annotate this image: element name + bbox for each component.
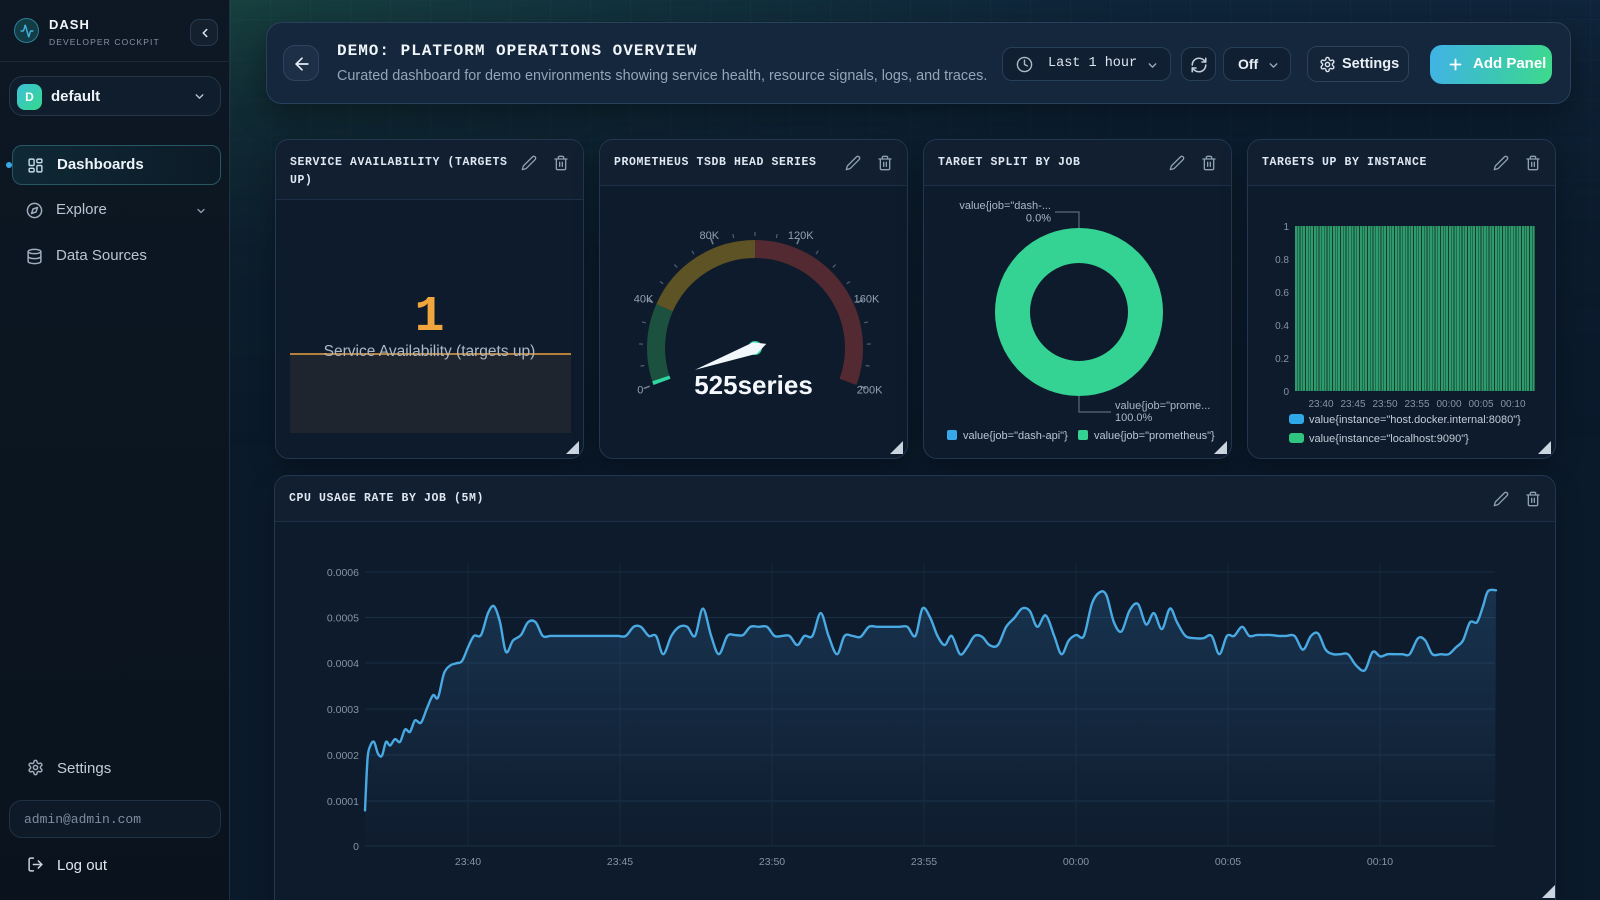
svg-text:80K: 80K <box>700 230 720 242</box>
svg-text:value{instance="host.docker.in: value{instance="host.docker.internal:808… <box>1309 414 1521 426</box>
svg-text:0.2: 0.2 <box>1275 354 1289 365</box>
svg-text:00:05: 00:05 <box>1215 856 1241 868</box>
svg-text:0.0001: 0.0001 <box>327 796 359 808</box>
svg-text:0: 0 <box>353 841 359 853</box>
svg-text:1: 1 <box>1283 222 1289 233</box>
svg-text:23:40: 23:40 <box>1308 399 1333 410</box>
svg-text:0.0003: 0.0003 <box>327 704 359 716</box>
svg-text:40K: 40K <box>634 293 654 305</box>
svg-text:0.0006: 0.0006 <box>327 567 359 579</box>
svg-text:23:45: 23:45 <box>607 856 633 868</box>
svg-text:value{job="dash-...: value{job="dash-... <box>959 200 1051 212</box>
svg-text:0.8: 0.8 <box>1275 255 1289 266</box>
svg-text:00:10: 00:10 <box>1500 399 1525 410</box>
svg-text:value{instance="localhost:9090: value{instance="localhost:9090"} <box>1309 433 1469 445</box>
svg-text:23:40: 23:40 <box>455 856 481 868</box>
svg-text:value{job="prome...: value{job="prome... <box>1115 400 1210 412</box>
svg-text:0.0005: 0.0005 <box>327 613 359 625</box>
svg-text:23:55: 23:55 <box>1404 399 1429 410</box>
svg-text:100.0%: 100.0% <box>1115 412 1153 424</box>
svg-text:0: 0 <box>1283 387 1289 398</box>
svg-text:23:50: 23:50 <box>759 856 785 868</box>
svg-text:0.0%: 0.0% <box>1026 213 1051 225</box>
svg-text:00:00: 00:00 <box>1436 399 1461 410</box>
svg-text:120K: 120K <box>788 230 814 242</box>
svg-text:23:55: 23:55 <box>911 856 937 868</box>
svg-text:0.4: 0.4 <box>1275 321 1289 332</box>
svg-text:23:50: 23:50 <box>1372 399 1397 410</box>
svg-text:0.6: 0.6 <box>1275 288 1289 299</box>
svg-text:00:10: 00:10 <box>1367 856 1393 868</box>
svg-text:160K: 160K <box>854 293 880 305</box>
svg-text:00:00: 00:00 <box>1063 856 1089 868</box>
svg-text:00:05: 00:05 <box>1468 399 1493 410</box>
svg-text:0.0002: 0.0002 <box>327 750 359 762</box>
svg-text:value{job="prometheus"}: value{job="prometheus"} <box>1094 430 1215 442</box>
svg-text:23:45: 23:45 <box>1340 399 1365 410</box>
svg-text:value{job="dash-api"}: value{job="dash-api"} <box>963 430 1068 442</box>
svg-text:0.0004: 0.0004 <box>327 658 359 670</box>
